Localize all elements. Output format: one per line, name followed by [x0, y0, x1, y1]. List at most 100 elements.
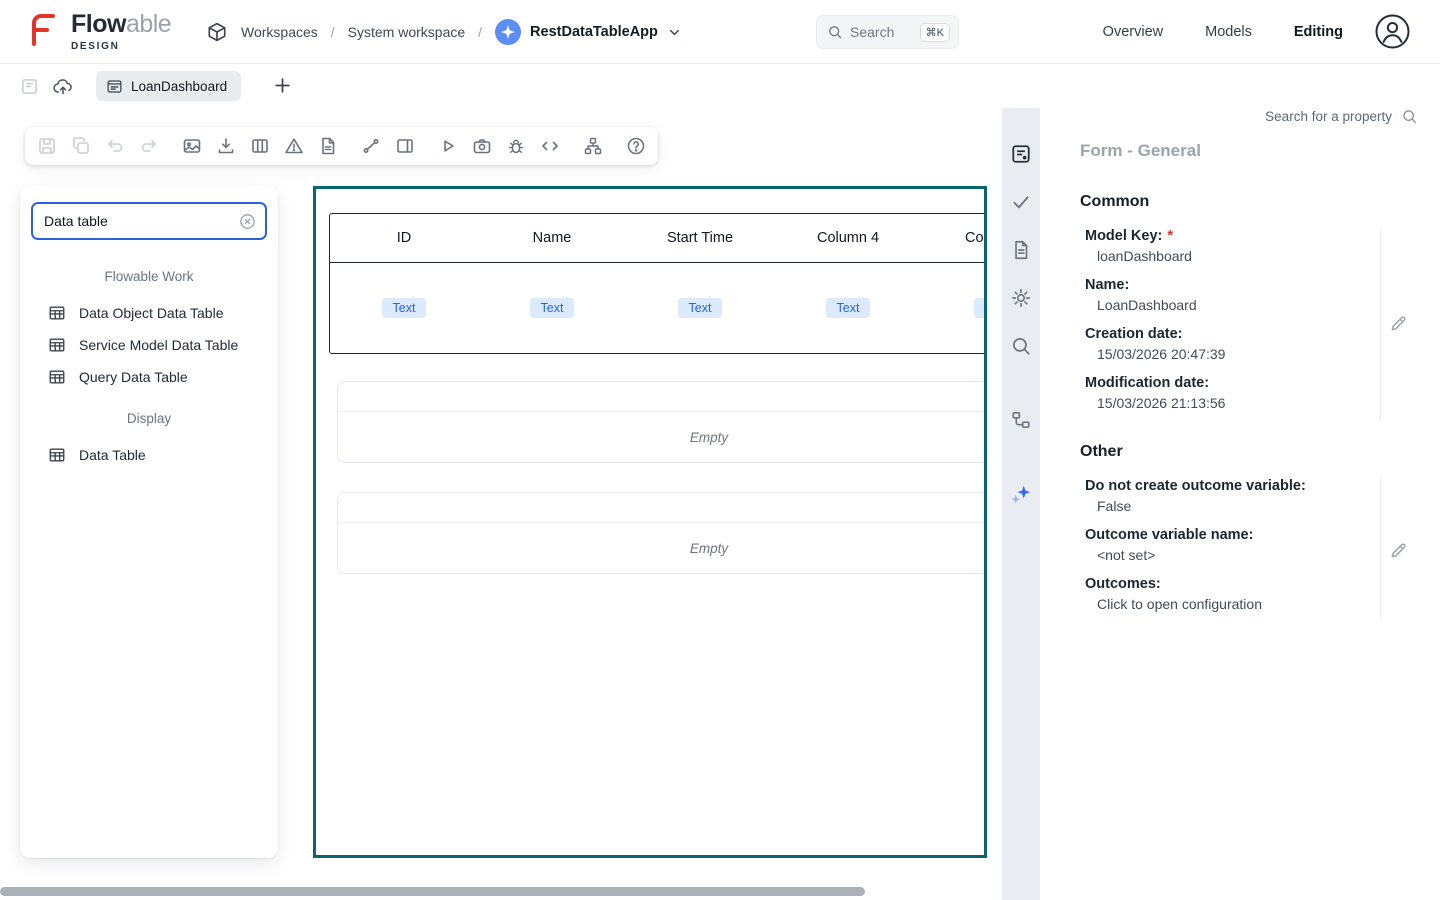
column-header[interactable]: Name: [478, 214, 626, 262]
required-marker: *: [1167, 228, 1173, 244]
text-chip[interactable]: Text: [974, 298, 987, 319]
clear-search-icon[interactable]: [238, 212, 257, 231]
global-search-input[interactable]: [850, 24, 908, 40]
field-label: Creation date:: [1085, 324, 1377, 344]
debug-icon[interactable]: [506, 136, 526, 156]
text-chip[interactable]: Text: [826, 298, 871, 319]
section-divider: [1380, 478, 1381, 618]
palette-list: Data Table: [20, 439, 278, 471]
mapping-icon[interactable]: [361, 136, 381, 156]
validate-document-icon[interactable]: [318, 136, 338, 156]
field-do-not-create-outcome-variable: Do not create outcome variable: False: [1085, 476, 1377, 516]
copy-icon[interactable]: [71, 136, 91, 156]
search-panel-icon[interactable]: [1010, 335, 1032, 357]
redo-icon[interactable]: [139, 136, 159, 156]
data-table-component[interactable]: ID Name Start Time Column 4 Column 5 Tex…: [329, 213, 987, 354]
chevron-down-icon: [667, 25, 682, 40]
palette-search-input[interactable]: [44, 213, 238, 229]
code-icon[interactable]: [540, 136, 560, 156]
hierarchy-icon[interactable]: [583, 136, 603, 156]
brand-subtitle: DESIGN: [71, 41, 171, 52]
save-icon[interactable]: [37, 136, 57, 156]
breadcrumb-workspaces[interactable]: Workspaces: [241, 24, 318, 40]
nav-models[interactable]: Models: [1205, 24, 1252, 40]
warning-icon[interactable]: [284, 136, 304, 156]
selected-component-frame[interactable]: ID Name Start Time Column 4 Column 5 Tex…: [313, 186, 987, 858]
palette-item-data-object-data-table[interactable]: Data Object Data Table: [20, 297, 278, 329]
data-table-header-row: ID Name Start Time Column 4 Column 5: [330, 214, 987, 263]
text-chip[interactable]: Text: [382, 298, 427, 319]
empty-subform-row[interactable]: Empty: [337, 492, 987, 574]
text-chip[interactable]: Text: [530, 298, 575, 319]
edit-common-icon[interactable]: [1389, 314, 1408, 333]
palette-search[interactable]: [31, 202, 267, 240]
editor-toolbar: [25, 127, 658, 165]
tab-label: LoanDashboard: [131, 79, 227, 94]
palette-item-label: Data Object Data Table: [79, 305, 224, 321]
validation-check-icon[interactable]: [1010, 191, 1032, 213]
palette-section-title: Display: [20, 411, 278, 426]
breadcrumb-workspace[interactable]: System workspace: [348, 24, 465, 40]
data-table-icon: [48, 336, 66, 354]
nav-editing[interactable]: Editing: [1294, 24, 1343, 40]
top-nav: Overview Models Editing: [1103, 0, 1343, 64]
palette-item-service-model-data-table[interactable]: Service Model Data Table: [20, 329, 278, 361]
horizontal-scrollbar[interactable]: [0, 887, 865, 896]
attributes-panel-icon[interactable]: [1010, 143, 1032, 165]
field-label: Outcome variable name:: [1085, 525, 1377, 545]
column-header[interactable]: Column 4: [774, 214, 922, 262]
section-title-common: Common: [1080, 193, 1149, 211]
edit-other-icon[interactable]: [1389, 541, 1408, 560]
undo-icon[interactable]: [105, 136, 125, 156]
text-chip[interactable]: Text: [678, 298, 723, 319]
camera-icon[interactable]: [472, 136, 492, 156]
property-search-label: Search for a property: [1265, 109, 1392, 124]
flowable-logo[interactable]: Flowable DESIGN: [26, 11, 171, 52]
form-canvas[interactable]: Flowable Work Data Object Data Table Ser…: [0, 108, 1002, 900]
field-outcome-variable-name: Outcome variable name: <not set>: [1085, 525, 1377, 565]
palette-item-query-data-table[interactable]: Query Data Table: [20, 361, 278, 393]
column-header[interactable]: ID: [330, 214, 478, 262]
publish-cloud-icon[interactable]: [52, 76, 74, 97]
empty-subform-row[interactable]: Empty: [337, 381, 987, 463]
column-header[interactable]: Start Time: [626, 214, 774, 262]
outcomes-config-link[interactable]: Click to open configuration: [1085, 594, 1377, 614]
search-icon: [827, 24, 843, 40]
ai-sparkles-icon[interactable]: [1010, 483, 1032, 505]
property-search[interactable]: Search for a property: [1265, 108, 1418, 125]
table-cell: Text: [922, 263, 987, 353]
documentation-icon[interactable]: [1010, 239, 1032, 261]
field-creation-date: Creation date: 15/03/2026 20:47:39: [1085, 324, 1377, 364]
table-cell: Text: [478, 263, 626, 353]
field-value: 15/03/2026 21:13:56: [1085, 393, 1377, 413]
palette-list: Data Object Data Table Service Model Dat…: [20, 297, 278, 393]
column-header[interactable]: Column 5: [922, 214, 987, 262]
section-title-other: Other: [1080, 443, 1123, 461]
import-icon[interactable]: [216, 136, 236, 156]
field-label: Modification date:: [1085, 373, 1377, 393]
image-icon[interactable]: [182, 136, 202, 156]
global-search[interactable]: ⌘K: [816, 15, 959, 49]
breadcrumb: Workspaces / System workspace / RestData…: [206, 0, 682, 64]
breadcrumb-app-name: RestDataTableApp: [530, 24, 658, 40]
field-outcomes: Outcomes: Click to open configuration: [1085, 574, 1377, 614]
field-value: LoanDashboard: [1085, 295, 1377, 315]
breadcrumb-app[interactable]: RestDataTableApp: [495, 19, 682, 45]
nav-overview[interactable]: Overview: [1103, 24, 1163, 40]
table-cell: Text: [626, 263, 774, 353]
palette-item-label: Query Data Table: [79, 369, 188, 385]
help-icon[interactable]: [626, 136, 646, 156]
user-avatar-icon[interactable]: [1375, 14, 1410, 49]
field-modification-date: Modification date: 15/03/2026 21:13:56: [1085, 373, 1377, 413]
brand-name: Flowable: [71, 11, 171, 39]
columns-icon[interactable]: [250, 136, 270, 156]
model-hierarchy-icon[interactable]: [1010, 409, 1032, 431]
tab-loan-dashboard[interactable]: LoanDashboard: [96, 71, 241, 101]
side-panel-icon[interactable]: [395, 136, 415, 156]
settings-gear-icon[interactable]: [1010, 287, 1032, 309]
palette-item-label: Data Table: [79, 447, 146, 463]
play-icon[interactable]: [438, 136, 458, 156]
palette-item-data-table[interactable]: Data Table: [20, 439, 278, 471]
add-tab-icon[interactable]: [272, 75, 293, 96]
properties-title: Form - General: [1080, 141, 1201, 161]
